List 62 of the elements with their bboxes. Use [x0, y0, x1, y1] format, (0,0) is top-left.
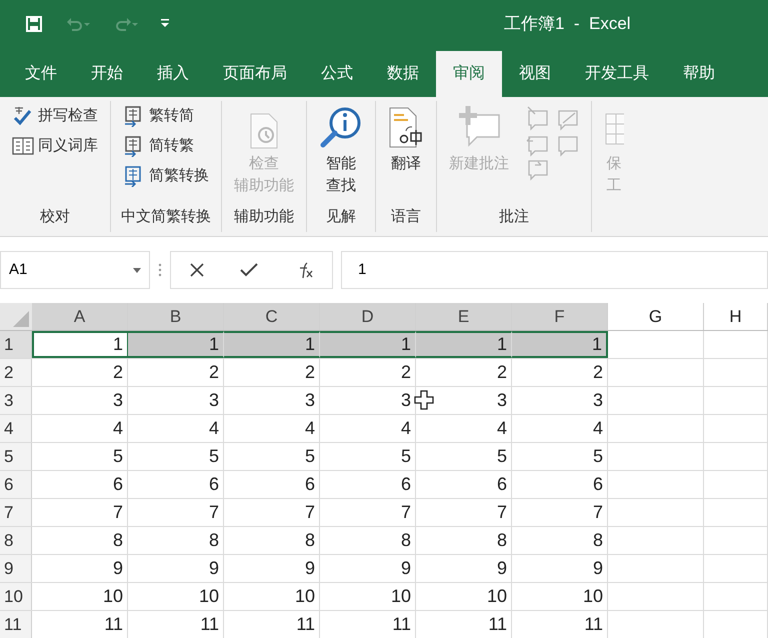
row-header[interactable]: 3	[0, 387, 32, 414]
group-label: 校对	[39, 206, 71, 226]
ribbon-tab[interactable]: 审阅	[436, 51, 502, 97]
row-header[interactable]: 1	[0, 331, 32, 358]
ribbon-button[interactable]: 拼写检查	[8, 101, 102, 131]
group-label: 语言	[390, 206, 422, 226]
ribbon-button[interactable]: 同义词库	[8, 131, 102, 161]
group-label: 辅助功能	[233, 206, 295, 226]
row-header[interactable]: 6	[0, 471, 32, 498]
name-box[interactable]: A1	[0, 251, 150, 289]
ribbon-tab[interactable]: 页面布局	[206, 51, 304, 97]
table-cell: 1	[416, 331, 512, 358]
row-header[interactable]: 5	[0, 443, 32, 470]
translate-icon	[388, 107, 424, 149]
cancel-icon[interactable]	[188, 262, 205, 278]
row-header[interactable]: 8	[0, 527, 32, 554]
ribbon-button[interactable]: 简繁转换	[119, 161, 213, 191]
ribbon-tab[interactable]: 文件	[8, 51, 74, 97]
table-cell: 1	[320, 331, 416, 358]
ribbon-tab[interactable]: 插入	[140, 51, 206, 97]
ribbon-large-button[interactable]: 翻译	[384, 101, 428, 206]
row-header[interactable]: 11	[0, 611, 32, 638]
row-header[interactable]: 2	[0, 359, 32, 386]
table-cell: 1	[128, 331, 224, 358]
window-title: 工作簿1 - Excel	[504, 13, 631, 36]
column-header[interactable]: D	[320, 303, 416, 330]
ribbon-tab[interactable]: 视图	[502, 51, 568, 97]
row-header[interactable]: 7	[0, 499, 32, 526]
ribbon-tab[interactable]: 数据	[370, 51, 436, 97]
check-icon[interactable]	[240, 263, 258, 277]
group-label: 见解	[325, 206, 357, 226]
formula-field[interactable]: 1	[341, 251, 768, 289]
save-icon[interactable]	[24, 14, 44, 34]
row-header[interactable]: 10	[0, 583, 32, 610]
group-label: 中文简繁转换	[120, 206, 212, 226]
ribbon-button[interactable]: 繁转简	[119, 101, 213, 131]
column-header[interactable]: G	[608, 303, 704, 330]
cursor-icon	[414, 390, 434, 410]
column-header[interactable]: F	[512, 303, 608, 330]
column-header[interactable]: B	[128, 303, 224, 330]
column-header[interactable]: H	[704, 303, 768, 330]
ribbon-tab[interactable]: 帮助	[666, 51, 732, 97]
column-header[interactable]: C	[224, 303, 320, 330]
column-header[interactable]: E	[416, 303, 512, 330]
search-icon	[319, 105, 363, 149]
ribbon-tab[interactable]: 开发工具	[568, 51, 666, 97]
ribbon-tab[interactable]: 公式	[304, 51, 370, 97]
column-header[interactable]: A	[32, 303, 128, 330]
table-cell: 1	[512, 331, 608, 358]
ribbon-large-button[interactable]: 智能 查找	[315, 101, 367, 206]
row-header[interactable]: 9	[0, 555, 32, 582]
ribbon-tab[interactable]: 开始	[74, 51, 140, 97]
table-cell: 1	[224, 331, 320, 358]
table-cell: 1	[32, 331, 128, 358]
ribbon-button[interactable]: 简转繁	[119, 131, 213, 161]
book-icon	[12, 136, 34, 156]
caret-icon	[133, 268, 141, 272]
row-header[interactable]: 4	[0, 415, 32, 442]
document-icon	[249, 113, 279, 149]
group-label: 批注	[498, 206, 530, 226]
more-icon	[158, 263, 162, 277]
spell-check-icon	[12, 106, 34, 126]
